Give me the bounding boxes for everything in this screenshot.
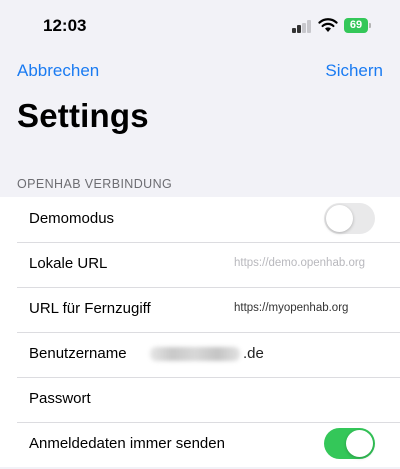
demo-mode-toggle[interactable] [324,203,375,234]
username-label: Benutzername [29,345,127,362]
password-label: Passwort [29,390,91,407]
status-time: 12:03 [43,16,87,35]
remote-url-label: URL für Fernzugiff [29,300,151,317]
always-send-credentials-label: Anmeldedaten immer senden [29,435,225,452]
demo-mode-row: Demomodus [0,197,400,242]
save-button[interactable]: Sichern [325,61,383,81]
redacted-blur [150,347,240,362]
cellular-signal-icon [292,20,312,33]
username-visible-suffix: .de [243,345,264,362]
remote-url-row[interactable]: URL für Fernzugiff https://myopenhab.org [0,287,400,332]
toggle-knob [346,430,373,457]
demo-mode-label: Demomodus [29,210,115,227]
settings-list: Demomodus Lokale URL https://demo.openha… [0,197,400,467]
username-field[interactable]: .de [150,345,264,362]
battery-percent: 69 [344,18,368,33]
local-url-row[interactable]: Lokale URL https://demo.openhab.org [0,242,400,287]
section-header: OPENHAB VERBINDUNG [17,177,173,191]
username-row[interactable]: Benutzername .de [0,332,400,377]
cancel-button[interactable]: Abbrechen [17,61,99,81]
password-row[interactable]: Passwort [0,377,400,422]
local-url-field[interactable]: https://demo.openhab.org [234,257,365,269]
toggle-knob [326,205,353,232]
always-send-credentials-toggle[interactable] [324,428,375,459]
always-send-credentials-row: Anmeldedaten immer senden [0,422,400,467]
remote-url-field[interactable]: https://myopenhab.org [234,302,348,314]
wifi-icon [318,18,338,32]
status-bar: 12:03 69 [0,0,400,50]
battery-icon: 69 [344,18,371,33]
local-url-label: Lokale URL [29,255,108,272]
page-title: Settings [17,97,149,134]
